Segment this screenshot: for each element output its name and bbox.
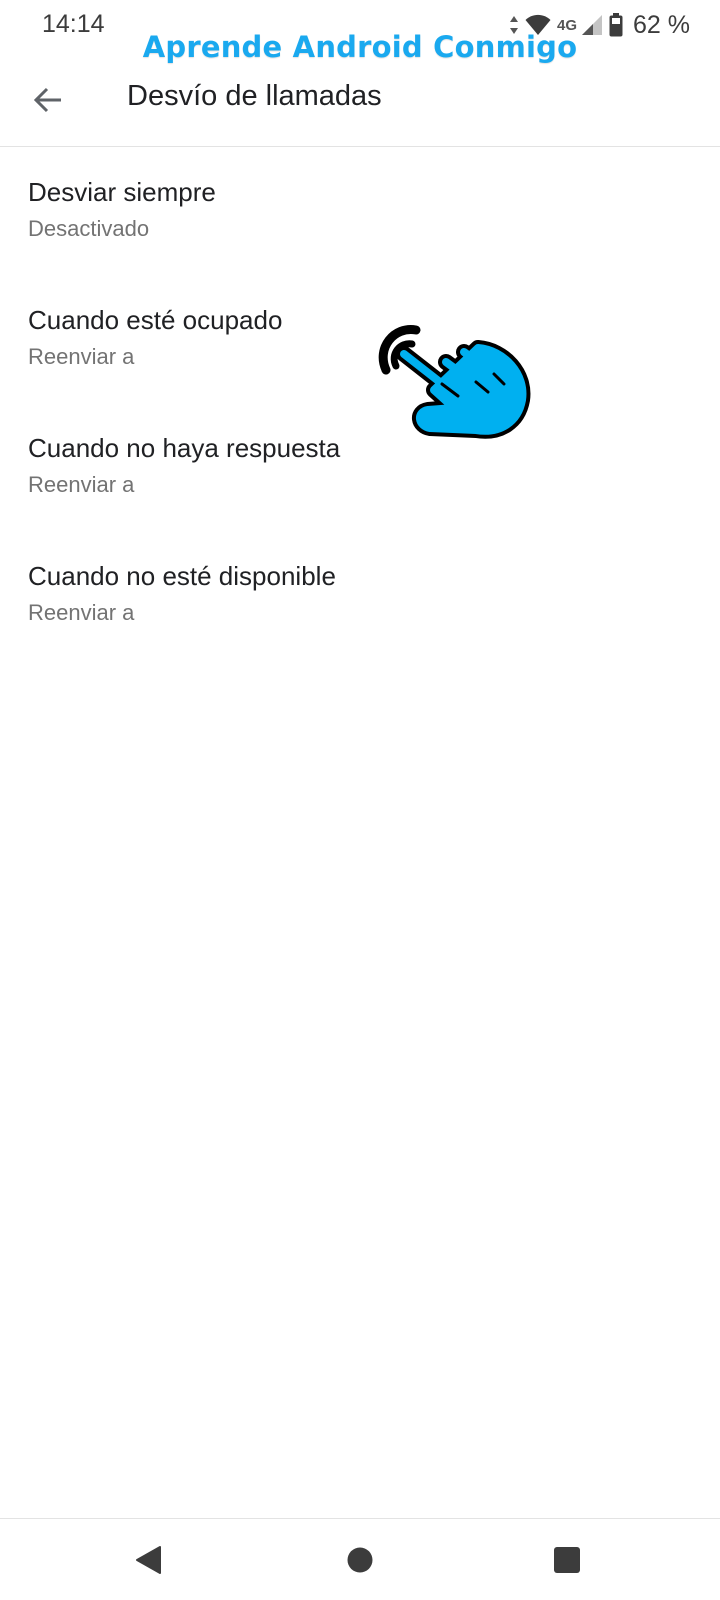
list-item-when-unreachable[interactable]: Cuando no esté disponible Reenviar a xyxy=(0,531,720,659)
list-item-always-forward[interactable]: Desviar siempre Desactivado xyxy=(0,147,720,275)
arrow-back-icon xyxy=(33,85,63,115)
list-item-when-unanswered[interactable]: Cuando no haya respuesta Reenviar a xyxy=(0,403,720,531)
list-item-title: Desviar siempre xyxy=(28,177,216,207)
back-triangle-icon xyxy=(134,1545,162,1575)
list-item-summary: Reenviar a xyxy=(28,600,135,625)
list-item-title: Cuando no haya respuesta xyxy=(28,433,341,463)
list-item-title: Cuando esté ocupado xyxy=(28,305,283,335)
list-item-when-busy[interactable]: Cuando esté ocupado Reenviar a xyxy=(0,275,720,403)
nav-back-button[interactable] xyxy=(108,1519,188,1600)
nav-recents-button[interactable] xyxy=(527,1519,607,1600)
app-bar: Desvío de llamadas xyxy=(0,50,720,147)
page-title: Desvío de llamadas xyxy=(127,80,382,112)
recents-square-icon xyxy=(553,1546,581,1574)
list-item-summary: Desactivado xyxy=(28,216,150,241)
home-circle-icon xyxy=(346,1546,374,1574)
pointing-hand-icon xyxy=(372,318,542,448)
settings-list: Desviar siempre Desactivado Cuando esté … xyxy=(0,147,720,659)
list-item-title: Cuando no esté disponible xyxy=(28,561,336,591)
list-item-summary: Reenviar a xyxy=(28,344,135,369)
list-item-summary: Reenviar a xyxy=(28,472,135,497)
nav-home-button[interactable] xyxy=(320,1519,400,1600)
back-button[interactable] xyxy=(22,74,74,126)
navigation-bar xyxy=(0,1518,720,1600)
